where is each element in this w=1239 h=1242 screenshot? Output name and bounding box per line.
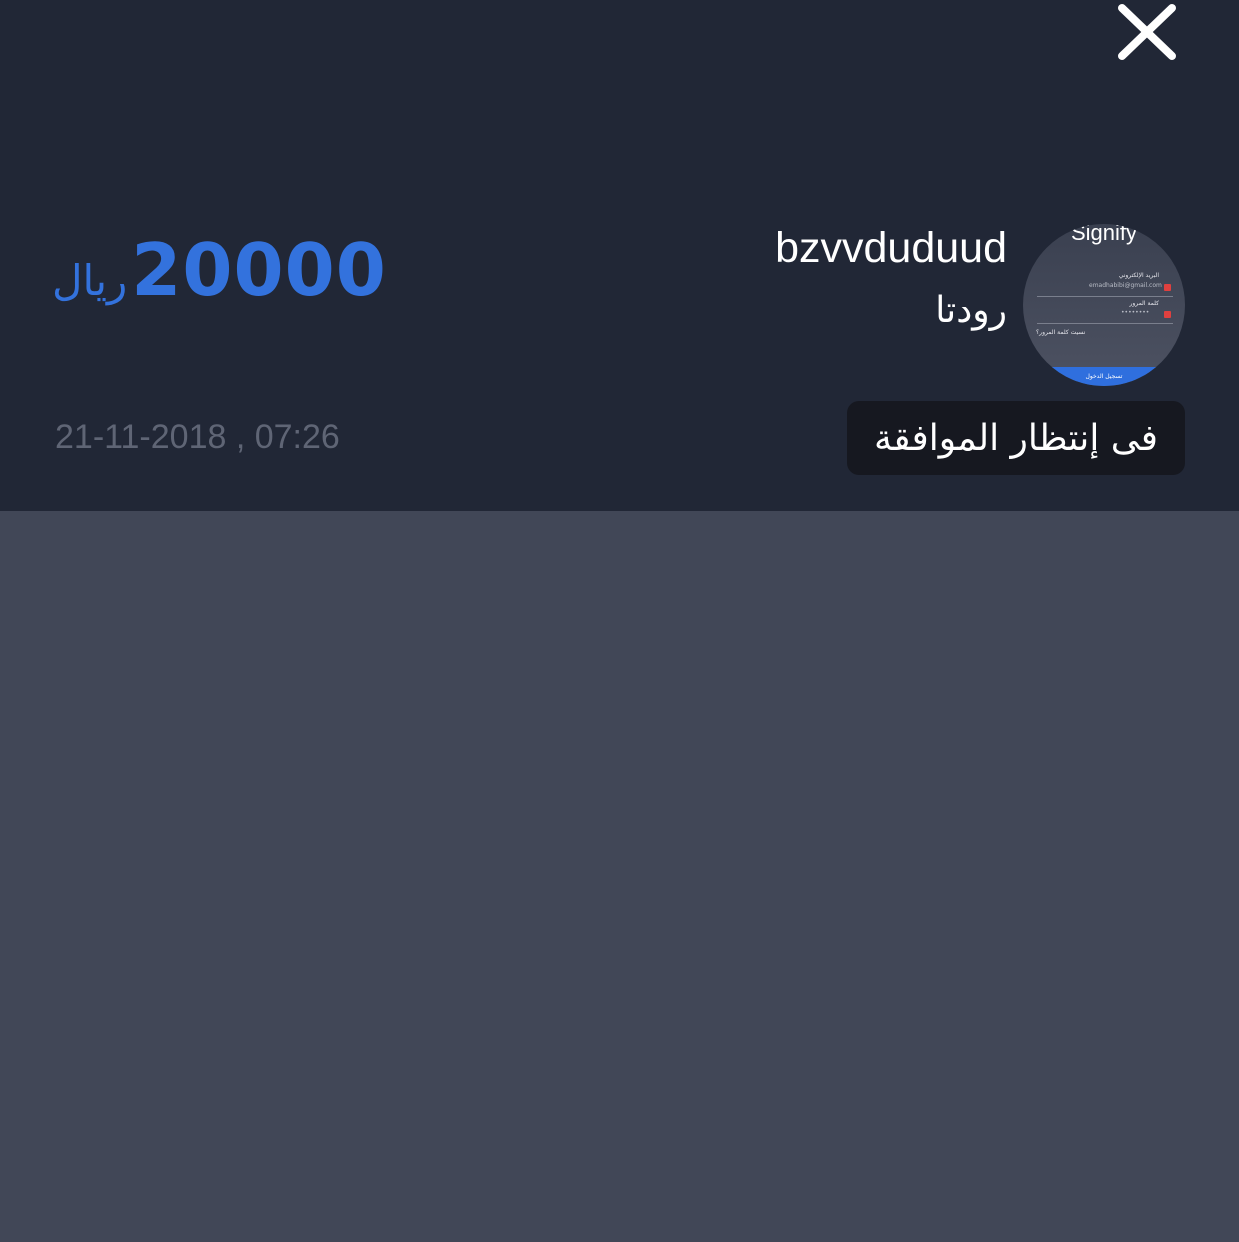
close-button[interactable]	[1112, 0, 1182, 66]
user-name: bzvvduduud	[775, 224, 1007, 272]
close-icon	[1118, 4, 1176, 60]
order-amount: ريال 20000	[52, 228, 387, 318]
order-detail-screen: ريال 20000 21-11-2018 , 07:26 bzvvduduud…	[0, 0, 1239, 1242]
thumbnail-divider	[1037, 323, 1173, 324]
thumbnail-password-label: كلمة المرور	[1129, 300, 1159, 307]
thumbnail-brand: Signify	[1071, 224, 1138, 245]
order-timestamp: 21-11-2018 , 07:26	[55, 418, 340, 456]
thumbnail-mail-icon	[1164, 284, 1171, 291]
thumbnail-email-label: البريد الإلكتروني	[1118, 272, 1159, 279]
thumbnail-forgot-link: نسيت كلمة المرور؟	[1036, 329, 1086, 336]
status-label: فى إنتظار الموافقة	[874, 417, 1158, 459]
item-thumbnail[interactable]: Signify البريد الإلكتروني emadhabibi@gma…	[1023, 224, 1185, 386]
thumbnail-divider	[1037, 296, 1173, 297]
item-title: رودتا	[935, 290, 1007, 331]
currency-label: ريال	[52, 256, 128, 305]
thumbnail-email-value: emadhabibi@gmail.com	[1089, 282, 1162, 289]
thumbnail-lock-icon	[1164, 311, 1171, 318]
status-badge: فى إنتظار الموافقة	[847, 401, 1185, 475]
thumbnail-password-value: ••••••••	[1121, 309, 1150, 316]
amount-value: 20000	[131, 228, 387, 312]
order-header-panel: ريال 20000 21-11-2018 , 07:26 bzvvduduud…	[0, 0, 1239, 511]
thumbnail-login-label: تسجيل الدخول	[1085, 373, 1123, 380]
